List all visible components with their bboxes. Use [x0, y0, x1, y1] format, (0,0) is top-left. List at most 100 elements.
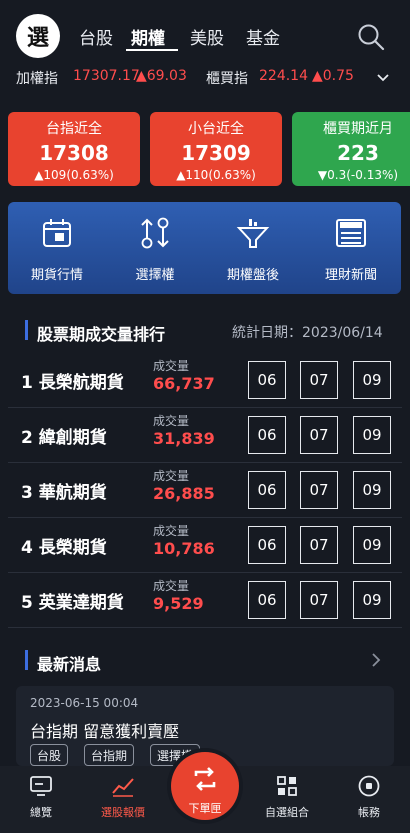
newspaper-icon [336, 219, 366, 247]
taiex-name: 加權指 [16, 71, 58, 87]
tab-funds[interactable]: 基金 [246, 24, 280, 49]
month-button[interactable]: 09 [353, 416, 391, 454]
service-label: 理財新聞 [324, 268, 377, 283]
tab-futures-options[interactable]: 期權 [131, 24, 165, 49]
search-icon[interactable] [356, 22, 386, 52]
month-button[interactable]: 06 [248, 581, 286, 619]
nav-overview[interactable]: 總覽 [0, 766, 82, 833]
section-accent-bar [25, 650, 28, 670]
otc-name: 櫃買指 [206, 71, 248, 87]
table-row[interactable]: 5 英業達期貨 成交量 9,529 06 07 09 [8, 573, 402, 628]
service-label: 選擇權 [135, 268, 175, 283]
options-arrows-icon [141, 217, 169, 249]
volume-value: 10,786 [153, 539, 215, 558]
contract-name: 5 英業達期貨 [21, 593, 124, 613]
news-tag[interactable]: 台股 [30, 744, 69, 766]
app-logo[interactable]: 選 [16, 14, 60, 58]
month-button[interactable]: 06 [248, 471, 286, 509]
month-button[interactable]: 09 [353, 581, 391, 619]
ranking-title: 股票期成交量排行 [37, 325, 166, 344]
volume-value: 31,839 [153, 429, 215, 448]
otc-value: 224.14 [259, 68, 308, 84]
month-button[interactable]: 06 [248, 361, 286, 399]
month-button[interactable]: 09 [353, 471, 391, 509]
section-accent-bar [25, 320, 28, 340]
volume-label: 成交量 [153, 469, 190, 483]
month-button[interactable]: 06 [248, 416, 286, 454]
account-circle-icon [358, 775, 380, 797]
funnel-chart-icon [236, 219, 270, 248]
nav-account[interactable]: 帳務 [328, 766, 410, 833]
chevron-down-icon[interactable] [375, 70, 391, 86]
service-futures-quotes[interactable]: 期貨行情 [8, 202, 106, 294]
card-change: ▲109(0.63%) [34, 168, 114, 182]
volume-label: 成交量 [153, 524, 190, 538]
card-title: 櫃買期近月 [323, 121, 393, 137]
contract-name: 2 緯創期貨 [21, 428, 107, 448]
card-change: ▲110(0.63%) [176, 168, 256, 182]
otc-change: ▲0.75 [312, 68, 354, 84]
volume-value: 26,885 [153, 484, 215, 503]
index-ticker: 加權指 17307.17 ▲69.03 櫃買指 224.14 ▲0.75 [0, 68, 410, 90]
nav-label: 選股報價 [101, 806, 145, 819]
taiex-change: ▲69.03 [136, 68, 187, 84]
card-title: 小台近全 [188, 121, 244, 137]
contract-name: 1 長榮航期貨 [21, 373, 124, 393]
month-button[interactable]: 09 [353, 361, 391, 399]
tab-us-stock[interactable]: 美股 [190, 24, 224, 49]
contract-name: 3 華航期貨 [21, 483, 107, 503]
calendar-icon [43, 219, 71, 247]
service-label: 期貨行情 [30, 268, 83, 283]
month-button[interactable]: 06 [248, 526, 286, 564]
month-button[interactable]: 07 [300, 416, 338, 454]
nav-watchlist[interactable]: 自選組合 [246, 766, 328, 833]
quote-card-mtx[interactable]: 小台近全 17309 ▲110(0.63%) [150, 112, 282, 186]
month-button[interactable]: 09 [353, 526, 391, 564]
volume-value: 66,737 [153, 374, 215, 393]
news-tag[interactable]: 台指期 [84, 744, 135, 766]
order-button-label: 下單匣 [188, 802, 222, 815]
month-button[interactable]: 07 [300, 471, 338, 509]
card-title: 台指近全 [46, 121, 102, 137]
chevron-right-icon[interactable] [370, 652, 382, 668]
service-finance-news[interactable]: 理財新聞 [302, 202, 400, 294]
contract-name: 4 長榮期貨 [21, 538, 107, 558]
news-time: 2023-06-15 00:04 [30, 696, 139, 710]
service-options[interactable]: 選擇權 [106, 202, 204, 294]
table-row[interactable]: 2 緯創期貨 成交量 31,839 06 07 09 [8, 408, 402, 463]
service-after-hours[interactable]: 期權盤後 [204, 202, 302, 294]
taiex-value: 17307.17 [73, 68, 140, 84]
table-row[interactable]: 4 長榮期貨 成交量 10,786 06 07 09 [8, 518, 402, 573]
nav-label: 自選組合 [265, 806, 309, 819]
table-row[interactable]: 3 華航期貨 成交量 26,885 06 07 09 [8, 463, 402, 518]
quote-card-otc-futures[interactable]: 櫃買期近月 223 ▼0.3(-0.13%) [292, 112, 410, 186]
nav-label: 總覽 [30, 806, 52, 819]
volume-label: 成交量 [153, 359, 190, 373]
news-headline: 台指期 留意獲利賣壓 [30, 722, 180, 741]
quote-card-tx[interactable]: 台指近全 17308 ▲109(0.63%) [8, 112, 140, 186]
grid-icon [277, 776, 297, 796]
volume-value: 9,529 [153, 594, 204, 613]
card-value: 17308 [39, 141, 109, 165]
month-button[interactable]: 07 [300, 361, 338, 399]
order-refresh-icon [194, 767, 216, 791]
active-tab-indicator [126, 49, 178, 51]
monitor-icon [30, 776, 52, 796]
card-value: 223 [337, 141, 379, 165]
tab-tw-stock[interactable]: 台股 [79, 24, 113, 49]
table-row[interactable]: 1 長榮航期貨 成交量 66,737 06 07 09 [8, 353, 402, 408]
nav-label: 帳務 [358, 806, 380, 819]
service-label: 期權盤後 [226, 268, 279, 283]
ranking-date: 統計日期：2023/06/14 [232, 325, 383, 341]
card-change: ▼0.3(-0.13%) [317, 168, 399, 182]
month-button[interactable]: 07 [300, 581, 338, 619]
volume-label: 成交量 [153, 579, 190, 593]
service-panel: 期貨行情 選擇權 期權盤後 理財新聞 [8, 202, 401, 294]
order-button[interactable]: 下單匣 [171, 752, 239, 820]
news-title: 最新消息 [37, 655, 102, 674]
top-nav: 選 台股 期權 美股 基金 [0, 0, 410, 66]
month-button[interactable]: 07 [300, 526, 338, 564]
nav-stock-quotes[interactable]: 選股報價 [82, 766, 164, 833]
trend-chart-icon [112, 778, 134, 797]
volume-label: 成交量 [153, 414, 190, 428]
